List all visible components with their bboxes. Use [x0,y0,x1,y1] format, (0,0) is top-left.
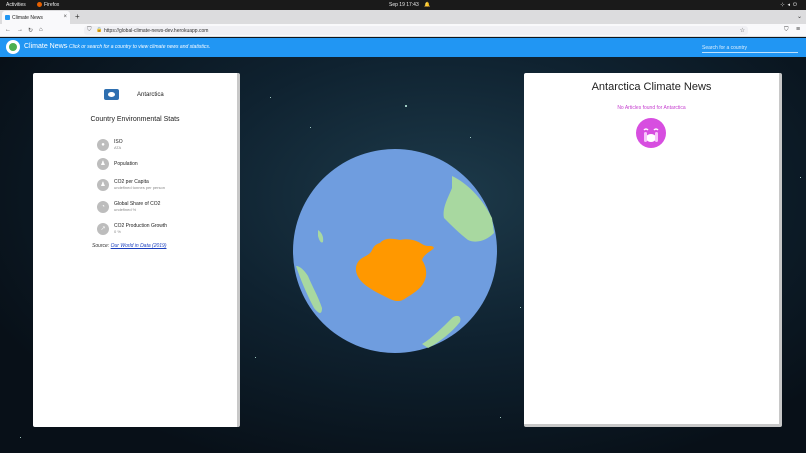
trend-icon: ↗ [97,223,109,235]
network-icon: ⊹ [780,2,788,8]
pie-icon: ◔ [97,201,109,213]
lock-icon[interactable]: 🔒 [96,27,102,33]
app-name: Firefox [44,2,60,8]
country-name: Antarctica [137,92,164,98]
crying-face-icon [636,118,666,148]
pocket-icon[interactable]: ⛉ [784,27,789,34]
no-articles-message: No Articles found for Antarctica [617,105,686,111]
source-link[interactable]: Our World in Data (2019) [111,243,167,249]
firefox-icon [37,2,42,7]
url-bar[interactable]: ⛉ 🔒 https://global-climate-news-dev.hero… [84,26,748,35]
forward-arrow-icon[interactable]: → [17,27,23,33]
country-flag-icon [104,89,119,100]
tab-favicon-icon [5,15,10,20]
clock[interactable]: Sep 19 17:43 [389,2,419,8]
person-icon: ♟ [97,158,109,170]
browser-tab-bar: Climate News × + ⌄ [0,10,806,24]
notification-bell-icon: 🔔 [424,2,431,8]
tab-title: Climate News [12,15,43,21]
power-icon: ⏻ [793,2,800,8]
app-menu-firefox[interactable]: Firefox [37,2,59,8]
system-tray[interactable]: ⊹◂⏻ [780,2,800,8]
stat-value: undefined % [114,207,137,212]
reload-icon[interactable]: ↻ [28,27,33,34]
back-arrow-icon[interactable]: ← [5,27,11,33]
stat-value: undefined tonnes per person [114,185,165,190]
country-search-input[interactable] [702,43,798,53]
brand-title[interactable]: Climate News [24,43,67,50]
info-icon: ● [97,139,109,151]
browser-nav-bar: ← → ↻ ⌂ ⛉ 🔒 https://global-climate-news-… [0,24,806,37]
tab-close-icon[interactable]: × [63,14,67,20]
list-tabs-chevron-icon[interactable]: ⌄ [797,13,802,20]
tracking-shield-icon[interactable]: ⛉ [87,27,92,34]
hamburger-menu-icon[interactable]: ≡ [796,26,800,33]
bookmark-star-icon[interactable]: ☆ [740,27,745,34]
stat-label: Population [114,161,138,167]
news-title: Antarctica Climate News [591,81,712,93]
source-prefix: Source: [92,243,111,249]
climate-news-panel: Antarctica Climate News No Articles foun… [524,73,782,427]
globe-logo-icon [6,40,20,54]
system-top-bar: Activities Firefox Sep 19 17:43 🔔 ⊹◂⏻ [0,0,806,10]
stats-heading: Country Environmental Stats [90,116,180,123]
country-stats-panel: Antarctica Country Environmental Stats ●… [33,73,240,427]
data-source: Source: Our World in Data (2019) [92,243,166,249]
url-text[interactable]: https://global-climate-news-dev.herokuap… [104,28,208,34]
app-header: Climate News - Click or search for a cou… [0,38,806,57]
people-icon: ♟ [97,179,109,191]
stat-value: 0 % [114,229,121,234]
new-tab-plus-icon[interactable]: + [75,12,80,21]
browser-tab-climate-news[interactable]: Climate News × [2,11,70,24]
home-icon[interactable]: ⌂ [39,27,43,33]
stat-value: ATA [114,145,122,150]
stat-label: CO2 Production Growth [114,223,168,229]
activities-button[interactable]: Activities [6,2,26,8]
tagline: - Click or search for a country to view … [66,44,211,50]
interactive-globe[interactable] [292,148,498,354]
